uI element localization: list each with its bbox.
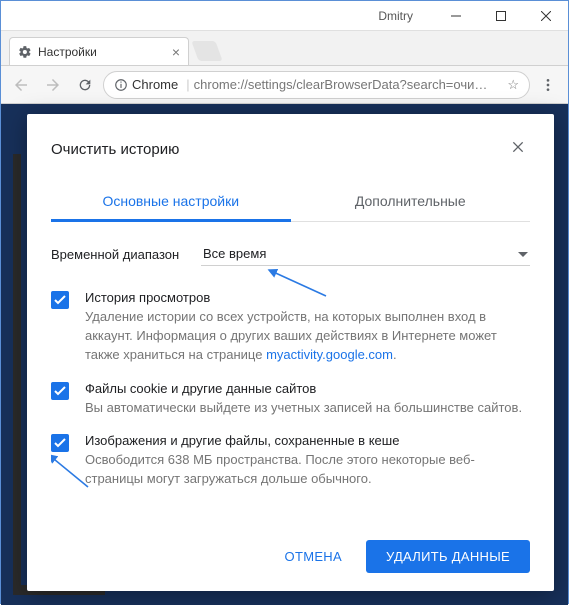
browser-tab-title: Настройки (38, 45, 97, 59)
time-range-value: Все время (203, 246, 266, 261)
back-button[interactable] (7, 71, 35, 99)
window-titlebar: Dmitry (1, 1, 568, 31)
time-range-select[interactable]: Все время (201, 242, 530, 266)
browser-menu-button[interactable] (534, 71, 562, 99)
forward-button[interactable] (39, 71, 67, 99)
bookmark-star-icon[interactable]: ☆ (507, 77, 519, 93)
new-tab-button[interactable] (191, 41, 222, 61)
tab-advanced[interactable]: Дополнительные (291, 183, 531, 221)
browser-toolbar: Chrome | chrome://settings/clearBrowserD… (1, 66, 568, 104)
list-item: Файлы cookie и другие данные сайтов Вы а… (51, 381, 530, 418)
clear-data-button[interactable]: УДАЛИТЬ ДАННЫЕ (366, 540, 530, 573)
checkbox-browsing-history[interactable] (51, 291, 69, 309)
checkbox-cookies[interactable] (51, 382, 69, 400)
address-bar[interactable]: Chrome | chrome://settings/clearBrowserD… (103, 71, 530, 99)
checkbox-cached-images[interactable] (51, 434, 69, 452)
window-close-button[interactable] (523, 1, 568, 30)
tab-close-button[interactable]: × (172, 44, 180, 60)
item-title: Изображения и другие файлы, сохраненные … (85, 433, 530, 448)
item-description: Освободится 638 МБ пространства. После э… (85, 451, 530, 489)
dialog-tabs: Основные настройки Дополнительные (51, 183, 530, 222)
myactivity-link[interactable]: myactivity.google.com (266, 347, 393, 362)
gear-icon (18, 45, 32, 59)
list-item: История просмотров Удаление истории со в… (51, 290, 530, 365)
page-content: Очистить историю Основные настройки Допо… (1, 104, 568, 605)
browser-tab[interactable]: Настройки × (9, 37, 189, 65)
list-item: Изображения и другие файлы, сохраненные … (51, 433, 530, 489)
clear-browsing-data-dialog: Очистить историю Основные настройки Допо… (27, 114, 554, 591)
browser-tabstrip: Настройки × (1, 31, 568, 66)
dialog-close-button[interactable] (506, 134, 530, 165)
dialog-title: Очистить историю (51, 141, 179, 158)
chevron-down-icon (518, 246, 528, 261)
tab-basic[interactable]: Основные настройки (51, 183, 291, 221)
item-description: Вы автоматически выйдете из учетных запи… (85, 399, 522, 418)
window-maximize-button[interactable] (478, 1, 523, 30)
url-text: chrome://settings/clearBrowserData?searc… (194, 77, 488, 92)
item-title: История просмотров (85, 290, 530, 305)
reload-button[interactable] (71, 71, 99, 99)
time-range-label: Временной диапазон (51, 247, 201, 262)
site-info-icon[interactable]: Chrome (114, 77, 178, 92)
cancel-button[interactable]: ОТМЕНА (265, 540, 362, 573)
titlebar-username: Dmitry (378, 9, 413, 23)
scheme-label: Chrome (132, 77, 178, 92)
item-title: Файлы cookie и другие данные сайтов (85, 381, 522, 396)
item-description: Удаление истории со всех устройств, на к… (85, 308, 530, 365)
window-minimize-button[interactable] (433, 1, 478, 30)
